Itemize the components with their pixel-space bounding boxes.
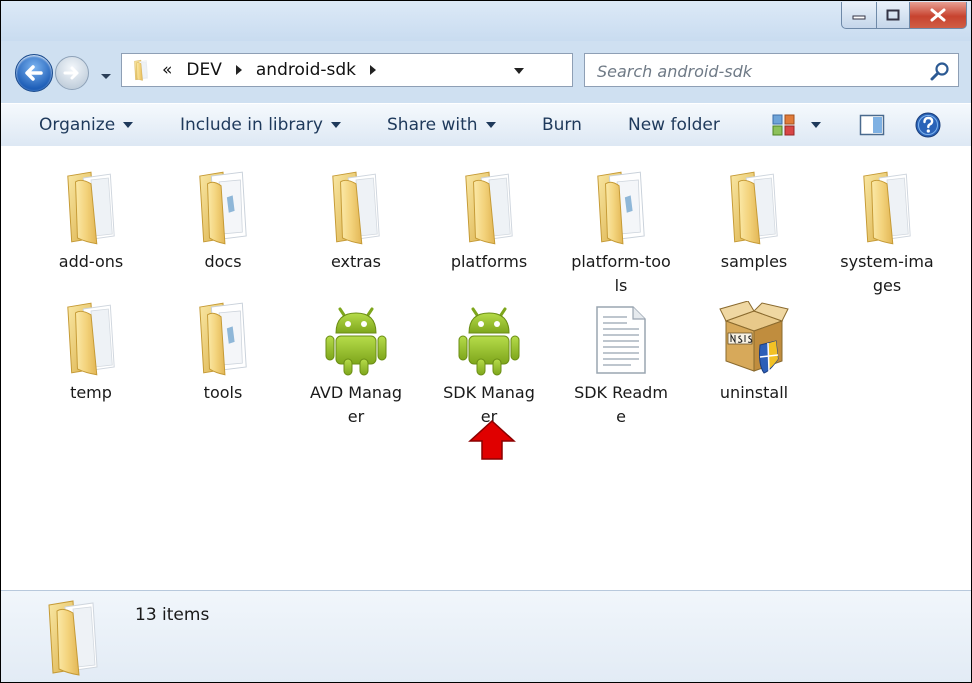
file-item-avd-manager[interactable]: AVD Manager — [306, 287, 406, 429]
back-button[interactable] — [15, 54, 53, 92]
folder-docs-icon — [199, 171, 247, 245]
file-item-temp[interactable]: temp — [41, 287, 141, 405]
folder-icon — [863, 171, 911, 245]
details-pane: 13 items — [1, 590, 971, 682]
file-item-label: SDK Readme — [574, 383, 668, 426]
new-folder-button[interactable]: New folder — [628, 104, 720, 146]
forward-arrow-icon — [63, 66, 79, 80]
search-box — [584, 53, 959, 87]
file-item-label: docs — [204, 252, 242, 271]
new-folder-label: New folder — [628, 115, 720, 135]
help-button[interactable] — [915, 104, 941, 146]
close-icon — [930, 8, 946, 22]
folder-icon — [134, 59, 148, 81]
breadcrumb-android-sdk[interactable]: android-sdk — [256, 60, 356, 80]
help-icon — [915, 112, 941, 138]
file-item-label: temp — [70, 383, 112, 402]
file-item-label: AVD Manager — [310, 383, 402, 426]
share-with-button[interactable]: Share with — [387, 104, 496, 146]
file-item-label: extras — [330, 252, 382, 271]
folder-icon — [730, 171, 778, 245]
file-item-system-images[interactable]: system-images — [837, 156, 937, 298]
command-bar: Organize Include in library Share with B… — [1, 103, 971, 147]
file-list[interactable]: add-ons docs extras platforms platform-t… — [1, 146, 971, 590]
minimize-button[interactable] — [841, 2, 877, 29]
chevron-down-icon — [485, 122, 496, 128]
burn-label: Burn — [542, 115, 582, 135]
red-arrow-annotation — [468, 419, 516, 460]
share-with-label: Share with — [387, 115, 478, 135]
chevron-down-icon — [123, 122, 134, 128]
file-item-platform-tools[interactable]: platform-tools — [571, 156, 671, 298]
include-in-library-label: Include in library — [180, 115, 323, 135]
minimize-icon — [852, 15, 866, 20]
folder-icon — [465, 171, 513, 245]
maximize-icon — [886, 9, 900, 21]
chevron-down-icon — [101, 74, 111, 79]
item-count: 13 items — [135, 605, 210, 625]
nsis-installer-icon — [719, 301, 789, 374]
folder-icon — [67, 171, 115, 245]
file-item-samples[interactable]: samples — [704, 156, 804, 274]
view-options-icon — [772, 114, 795, 136]
file-item-docs[interactable]: docs — [173, 156, 273, 274]
forward-button[interactable] — [55, 56, 89, 90]
android-icon — [457, 307, 521, 377]
file-item-sdk-readme[interactable]: SDK Readme — [571, 287, 671, 429]
back-arrow-icon — [25, 65, 43, 81]
burn-button[interactable]: Burn — [542, 104, 582, 146]
organize-button[interactable]: Organize — [39, 104, 134, 146]
breadcrumb-dev[interactable]: DEV — [186, 60, 221, 80]
file-item-label: add-ons — [58, 252, 124, 271]
address-bar[interactable]: « DEV android-sdk — [121, 53, 682, 87]
file-item-add-ons[interactable]: add-ons — [41, 156, 141, 274]
close-button[interactable] — [910, 2, 967, 29]
file-item-label: uninstall — [719, 383, 789, 402]
explorer-window: « DEV android-sdk Organiz — [0, 0, 972, 683]
title-bar — [1, 1, 971, 41]
file-item-label: platforms — [450, 252, 528, 271]
file-item-uninstall[interactable]: uninstall — [704, 287, 804, 405]
file-item-extras[interactable]: extras — [306, 156, 406, 274]
file-item-tools[interactable]: tools — [173, 287, 273, 405]
chevron-down-icon — [811, 122, 821, 128]
folder-docs-icon — [597, 171, 645, 245]
include-in-library-button[interactable]: Include in library — [180, 104, 341, 146]
organize-label: Organize — [39, 115, 116, 135]
file-item-label: samples — [720, 252, 788, 271]
breadcrumb-overflow[interactable]: « — [162, 60, 172, 80]
chevron-down-icon — [330, 122, 341, 128]
preview-pane-icon — [859, 114, 885, 136]
file-item-label: system-images — [840, 252, 934, 295]
text-document-icon — [596, 306, 646, 374]
maximize-button[interactable] — [877, 2, 910, 29]
folder-icon — [48, 600, 98, 676]
file-item-platforms[interactable]: platforms — [439, 156, 539, 274]
recent-pages-dropdown[interactable] — [99, 67, 113, 86]
folder-icon — [67, 302, 115, 376]
file-item-label: tools — [203, 383, 243, 402]
chevron-right-icon[interactable] — [366, 64, 380, 76]
folder-docs-icon — [199, 302, 247, 376]
view-dropdown-button[interactable] — [811, 104, 821, 146]
file-item-sdk-manager[interactable]: SDK Manager — [439, 287, 539, 429]
navigation-bar: « DEV android-sdk — [1, 41, 971, 103]
preview-pane-button[interactable] — [859, 104, 885, 146]
search-icon[interactable] — [930, 61, 950, 81]
window-controls — [841, 2, 967, 29]
change-view-button[interactable] — [771, 104, 797, 146]
address-dropdown-icon[interactable] — [512, 66, 526, 76]
android-icon — [324, 307, 388, 377]
breadcrumb: « DEV android-sdk — [130, 54, 380, 86]
folder-icon — [332, 171, 380, 245]
chevron-right-icon[interactable] — [232, 64, 246, 76]
search-input[interactable] — [595, 58, 919, 84]
